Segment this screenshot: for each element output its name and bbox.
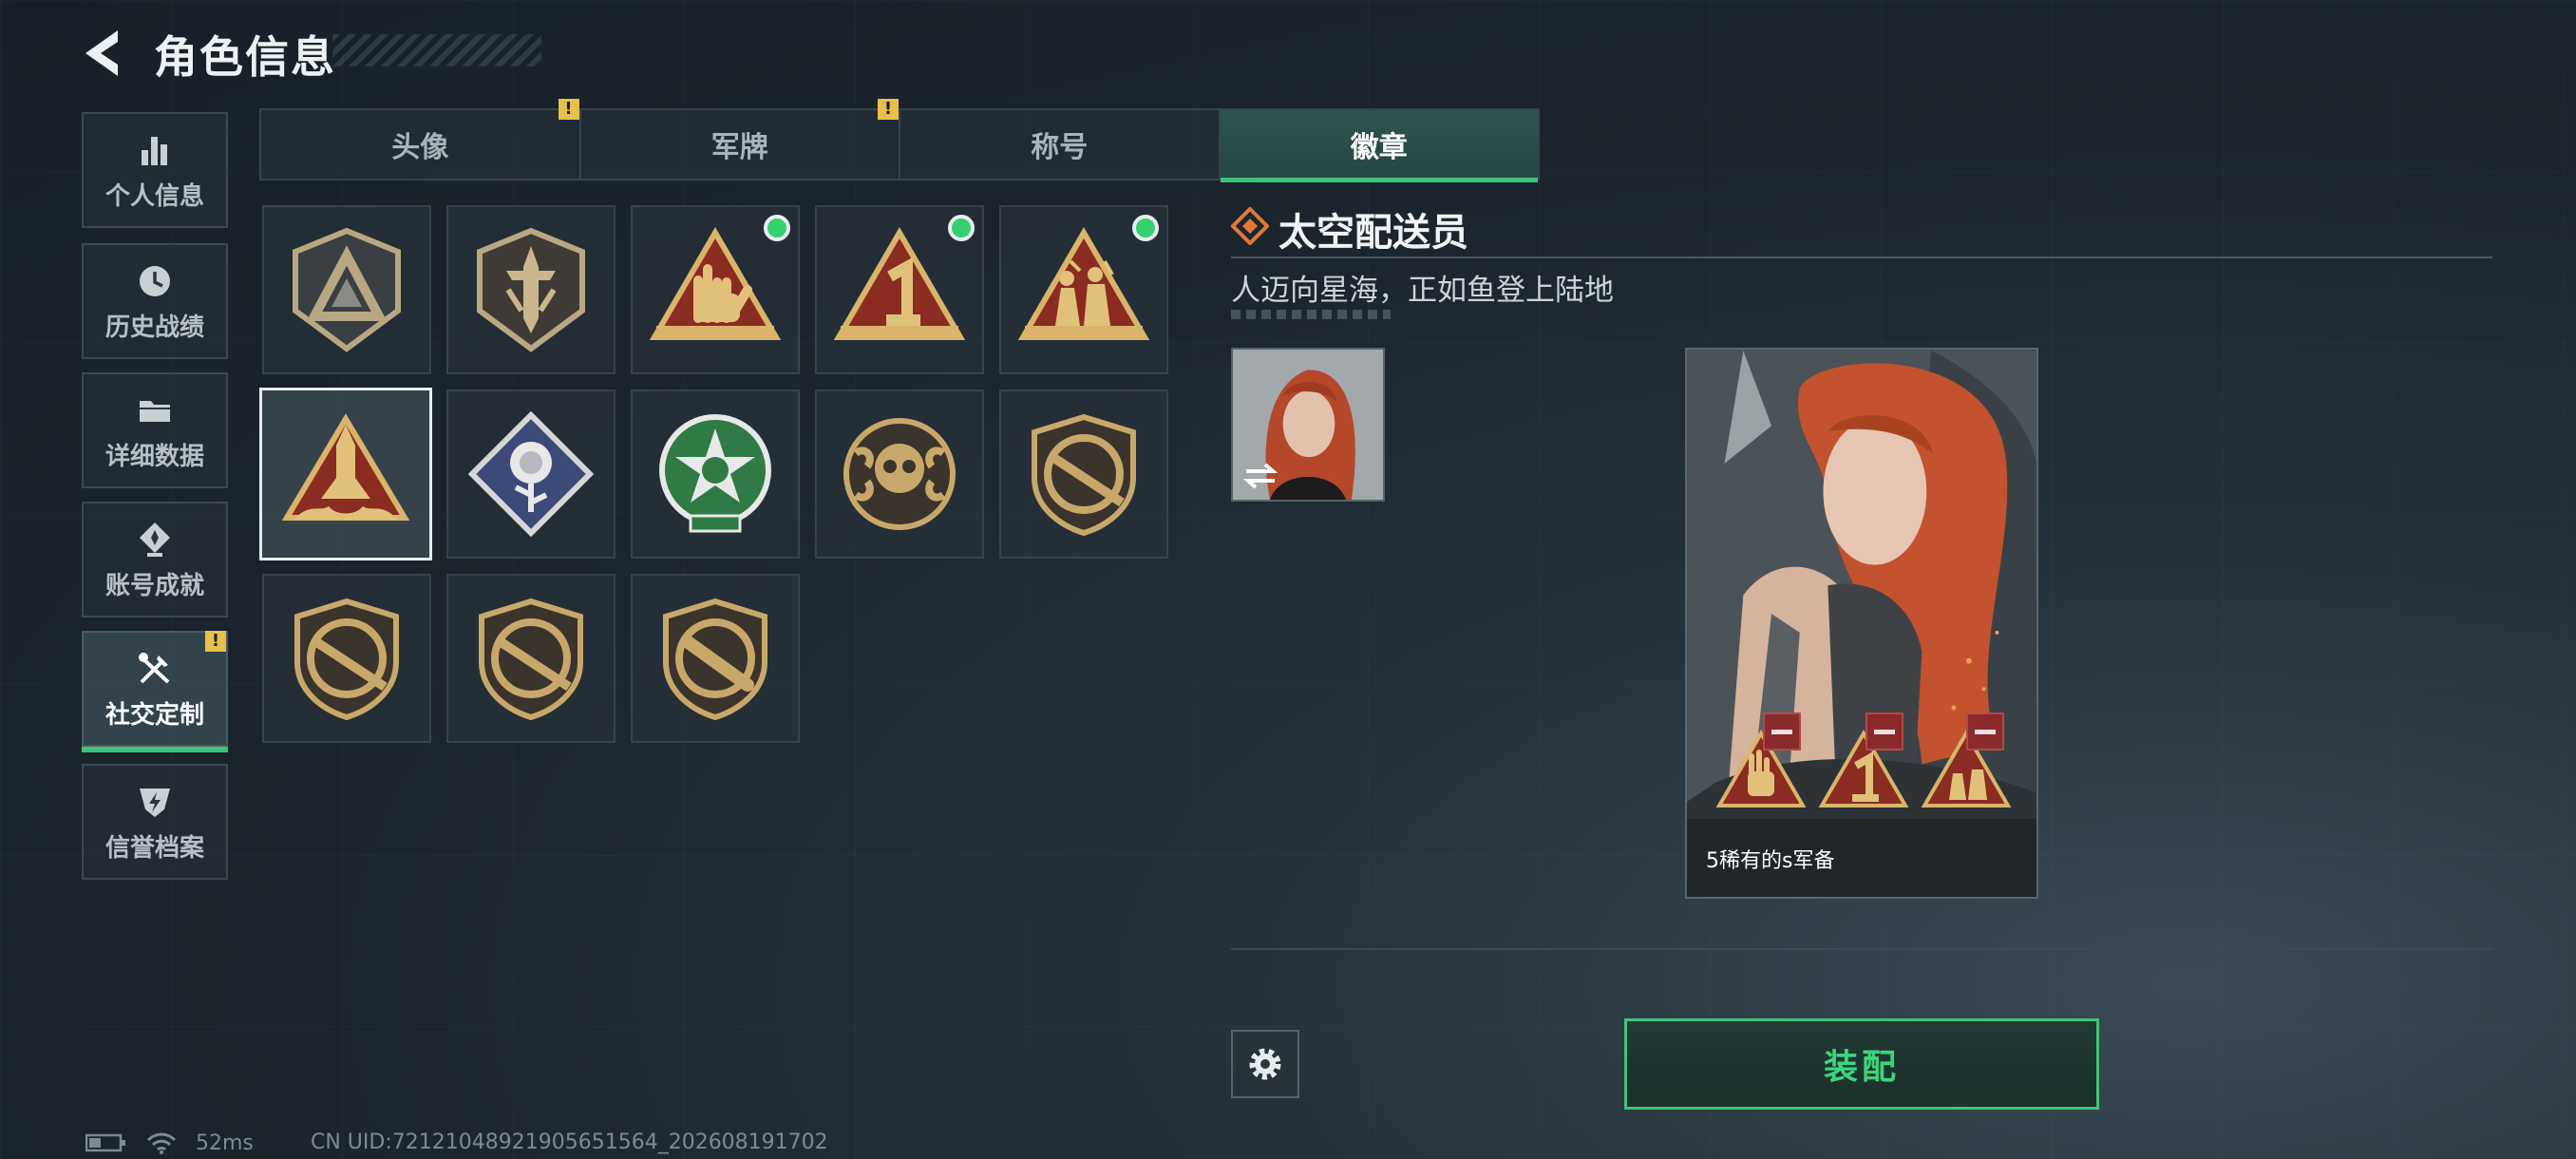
- achievement-icon: [140, 522, 170, 557]
- badge-cell[interactable]: [631, 205, 800, 374]
- tab-avatar[interactable]: 头像 !: [261, 99, 581, 179]
- badge-cell[interactable]: [631, 390, 800, 559]
- badge-cell[interactable]: [999, 205, 1168, 374]
- swap-icon[interactable]: [1241, 460, 1280, 492]
- remove-badge-button[interactable]: [1763, 712, 1801, 750]
- preview-label: 5稀有的s军备: [1706, 849, 1835, 873]
- badge-title: 太空配送员: [1279, 211, 1468, 255]
- triangle-emblem-badge-icon: [293, 227, 401, 352]
- equip-button[interactable]: 装配: [1624, 1018, 2099, 1110]
- clock-icon: [140, 265, 170, 296]
- alert-badge: !: [878, 99, 899, 120]
- nav-item-achievements[interactable]: 账号成就: [82, 502, 228, 618]
- description-decoration: [1231, 310, 1391, 319]
- badge-cell[interactable]: [446, 390, 616, 559]
- remove-badge-button[interactable]: [1966, 712, 2004, 750]
- dagger-shield-badge-icon: [477, 227, 585, 352]
- nav-label: 信誉档案: [104, 833, 204, 863]
- badge-cell[interactable]: [999, 390, 1168, 559]
- rocket-badge-icon: [281, 413, 410, 521]
- uid-text: CN UID:7212104892190565156​4_20260819170…: [311, 1130, 828, 1154]
- tab-label: 徽章: [1350, 131, 1408, 164]
- ping-text: 52ms: [196, 1130, 254, 1155]
- crosshair-skull-badge-icon: [843, 418, 956, 530]
- soldiers-badge-icon: [1017, 227, 1150, 340]
- nav-label: 个人信息: [104, 181, 204, 211]
- tab-title[interactable]: 称号: [900, 110, 1221, 179]
- hand-sign-badge-icon: [649, 227, 782, 340]
- tab-label: 军牌: [710, 131, 768, 164]
- preview-footer: 5稀有的s军备: [1687, 819, 2036, 897]
- number-one-badge-icon: [833, 227, 966, 340]
- tab-label: 称号: [1031, 131, 1089, 164]
- nav-item-reputation[interactable]: 信誉档案: [82, 764, 228, 880]
- back-arrow-icon[interactable]: [80, 27, 129, 80]
- tab-badge[interactable]: 徽章: [1220, 110, 1538, 182]
- status-bar: 52ms: [85, 1130, 254, 1155]
- badge-cell[interactable]: [446, 574, 616, 743]
- rifle-shield-badge-icon: [1032, 413, 1136, 537]
- badge-cell[interactable]: [262, 205, 431, 374]
- new-indicator: [948, 215, 975, 241]
- badge-cell[interactable]: [262, 574, 431, 743]
- nav-item-profile[interactable]: 个人信息: [82, 112, 228, 228]
- nav-label: 历史战绩: [104, 313, 204, 342]
- tools-icon: [139, 652, 170, 683]
- divider: [1231, 256, 2492, 258]
- remove-badge-button[interactable]: [1866, 712, 1904, 750]
- rarity-diamond-icon: [1231, 207, 1269, 245]
- alert-badge: !: [205, 631, 226, 652]
- nav-item-history[interactable]: 历史战绩: [82, 243, 228, 359]
- alert-badge: !: [558, 99, 579, 120]
- tab-dog-tag[interactable]: 军牌 !: [581, 99, 900, 179]
- battery-icon: [85, 1133, 125, 1152]
- new-indicator: [764, 215, 790, 241]
- nav-label: 详细数据: [104, 442, 204, 471]
- nav-label: 账号成就: [104, 571, 204, 600]
- rifle-shield-badge-icon: [479, 598, 583, 721]
- gear-icon: [1249, 1048, 1281, 1080]
- divider: [1231, 948, 2492, 950]
- nav-label: 社交定制: [104, 700, 204, 730]
- folder-icon: [140, 400, 170, 422]
- shield-bolt-icon: [140, 788, 170, 817]
- nav-item-social[interactable]: 社交定制 !: [82, 631, 228, 752]
- badge-cell[interactable]: [815, 205, 984, 374]
- character-artwork: [1687, 351, 2036, 896]
- badge-cell[interactable]: [446, 205, 616, 374]
- page-title: 角色信息: [154, 31, 336, 83]
- knife-shield-badge-icon: [663, 598, 767, 721]
- tab-label: 头像: [391, 131, 449, 164]
- badge-preview-card: 5稀有的s军备: [1685, 348, 2038, 899]
- badge-cell[interactable]: [631, 574, 800, 743]
- bar-chart-icon: [142, 136, 167, 165]
- title-decoration: [332, 34, 541, 66]
- rose-badge-icon: [467, 410, 595, 538]
- new-indicator: [1132, 215, 1159, 241]
- badge-cell[interactable]: [815, 390, 984, 559]
- rifle-shield-badge-icon: [294, 598, 399, 721]
- badge-cell-selected[interactable]: [259, 388, 432, 560]
- badge-description: 人迈向星海，正如鱼登上陆地: [1231, 274, 1614, 308]
- avatar-thumbnail[interactable]: [1231, 348, 1385, 502]
- tab-bar: 头像 ! 军牌 ! 称号 徽章: [259, 99, 1540, 182]
- settings-button[interactable]: [1231, 1030, 1299, 1098]
- nav-item-details[interactable]: 详细数据: [82, 372, 228, 488]
- wifi-icon: [146, 1132, 177, 1154]
- skull-star-badge-icon: [659, 414, 771, 533]
